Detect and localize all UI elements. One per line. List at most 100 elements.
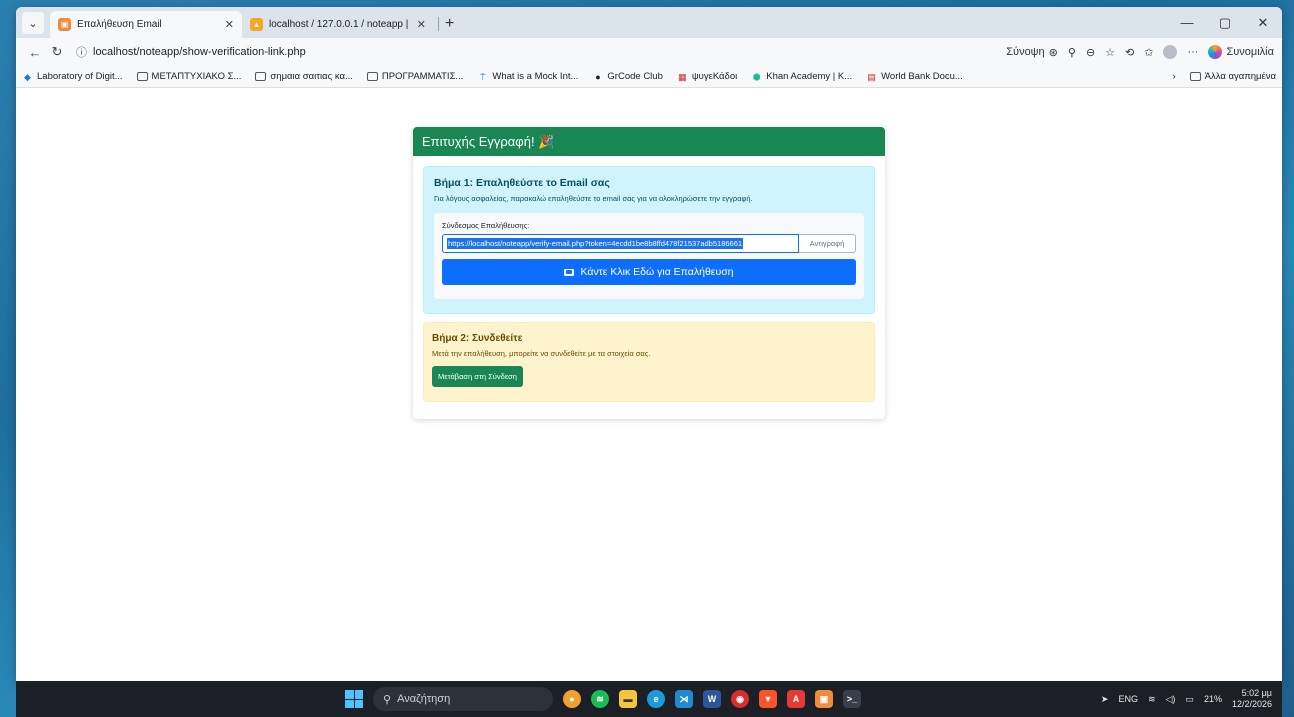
card-header: Επιτυχής Εγγραφή! 🎉 — [413, 127, 885, 156]
wifi-icon[interactable]: ≋ — [1148, 694, 1156, 705]
folder-icon — [1189, 72, 1201, 81]
folder-icon — [255, 72, 267, 81]
search-placeholder: Αναζήτηση — [397, 693, 451, 705]
other-favorites-folder[interactable]: Άλλα αγαπημένα — [1189, 71, 1276, 82]
tab-title: localhost / 127.0.0.1 / noteapp | ph — [269, 19, 411, 30]
zoom-icon[interactable]: ⊖ — [1086, 46, 1095, 59]
address-bar[interactable]: ⓘ localhost/noteapp/show-verification-li… — [76, 44, 1006, 60]
xampp-icon[interactable]: ▣ — [815, 690, 833, 708]
tab-title: Επαλήθευση Email — [77, 19, 162, 30]
tab-phpmyadmin[interactable]: ▲ localhost / 127.0.0.1 / noteapp | ph ✕ — [242, 11, 434, 38]
copilot-button[interactable]: Συνομιλία — [1208, 45, 1274, 59]
taskbar-apps: ⚲ Αναζήτηση ● ≋ ▬ e ⋊ W ◉ ▼ A ▣ >_ — [345, 681, 861, 717]
bookmark-item[interactable]: ● GrCode Club — [592, 71, 663, 82]
widgets-icon[interactable]: ● — [563, 690, 581, 708]
battery-percent: 21% — [1203, 694, 1222, 704]
verify-button-label: Κάντε Κλικ Εδώ για Επαλήθευση — [580, 266, 734, 278]
browser-window: ⌄ ▣ Επαλήθευση Email ✕ ▲ localhost / 127… — [16, 7, 1282, 681]
pdf-icon: ▤ — [867, 71, 876, 82]
back-icon[interactable]: ← — [24, 45, 46, 60]
new-tab-icon[interactable]: + — [445, 15, 454, 33]
extensions-icon[interactable]: ⟲ — [1125, 46, 1134, 59]
file-explorer-icon[interactable]: ▬ — [619, 690, 637, 708]
edge-icon[interactable]: e — [647, 690, 665, 708]
send-icon[interactable]: ➤ — [1101, 694, 1109, 705]
bookmarks-overflow-icon[interactable]: › — [1172, 71, 1175, 82]
url-text[interactable]: localhost/noteapp/show-verification-link… — [93, 46, 306, 58]
close-window-icon[interactable]: ✕ — [1244, 7, 1282, 38]
pin-icon: ⍑ — [480, 71, 486, 82]
record-icon[interactable]: ◉ — [731, 690, 749, 708]
login-step-alert: Βήμα 2: Συνδεθείτε Μετά την επαλήθευση, … — [423, 322, 875, 402]
summary-label: Σύνοψη — [1006, 46, 1045, 58]
go-to-login-button[interactable]: Μετάβαση στη Σύνδεση — [432, 366, 523, 387]
step2-title: Βήμα 2: Συνδεθείτε — [432, 333, 523, 344]
address-toolbar: ← ↻ ⓘ localhost/noteapp/show-verificatio… — [16, 38, 1282, 66]
word-icon[interactable]: W — [703, 690, 721, 708]
bookmark-folder[interactable]: σημαια σαιτιας κα... — [255, 71, 353, 82]
key-icon[interactable]: ⚲ — [1068, 46, 1076, 59]
search-icon: ⚲ — [383, 693, 392, 706]
copilot-icon — [1208, 45, 1223, 59]
bookmark-folder[interactable]: ΠΡΟΓΡΑΜΜΑΤΙΣ... — [366, 71, 464, 82]
verify-button[interactable]: Κάντε Κλικ Εδώ για Επαλήθευση — [442, 259, 856, 285]
toolbar-actions: Σύνοψη ⊛ ⚲ ⊖ ☆ ⟲ ✩ ··· Συνομιλία — [1006, 45, 1274, 59]
bookmark-label: ψυγεΚάδοι — [691, 71, 738, 82]
bookmark-folder[interactable]: ΜΕΤΑΠΤΥΧΙΑΚΟ Σ... — [136, 71, 242, 82]
verification-link-input[interactable]: https://localhost/noteapp/verify-email.p… — [442, 234, 799, 253]
brave-icon[interactable]: ▼ — [759, 690, 777, 708]
start-icon[interactable] — [345, 690, 363, 708]
terminal-icon[interactable]: >_ — [843, 690, 861, 708]
tab-strip: ⌄ ▣ Επαλήθευση Email ✕ ▲ localhost / 127… — [16, 7, 1282, 38]
favorites-icon[interactable]: ✩ — [1144, 46, 1153, 59]
summary-icon: ⊛ — [1048, 46, 1058, 59]
minimize-icon[interactable]: — — [1168, 7, 1206, 38]
site-info-icon[interactable]: ⓘ — [76, 44, 87, 60]
favorite-star-icon[interactable]: ☆ — [1105, 46, 1115, 59]
verification-link-text[interactable]: https://localhost/noteapp/verify-email.p… — [447, 238, 744, 249]
system-tray: ➤ ENG ≋ ◁) ▭ 21% 5:02 μμ 12/2/2026 — [1101, 681, 1272, 717]
bookmark-label: What is a Mock Int... — [492, 71, 579, 82]
refresh-icon[interactable]: ↻ — [46, 44, 68, 60]
page-content: Επιτυχής Εγγραφή! 🎉 Βήμα 1: Επαληθεύστε … — [16, 100, 1282, 681]
bookmark-label: ΜΕΤΑΠΤΥΧΙΑΚΟ Σ... — [151, 71, 242, 82]
bookmark-item[interactable]: ⬢ Khan Academy | K... — [751, 71, 852, 82]
battery-icon[interactable]: ▭ — [1185, 694, 1194, 705]
copilot-label: Συνομιλία — [1226, 46, 1274, 58]
khan-icon: ⬢ — [752, 71, 761, 82]
tab-verify-email[interactable]: ▣ Επαλήθευση Email ✕ — [50, 11, 242, 38]
step1-title: Βήμα 1: Επαληθεύστε το Email σας — [434, 177, 610, 189]
bookmark-item[interactable]: ⍑ What is a Mock Int... — [477, 71, 578, 82]
vscode-icon[interactable]: ⋊ — [675, 690, 693, 708]
link-input-group: https://localhost/noteapp/verify-email.p… — [442, 234, 856, 253]
acrobat-icon[interactable]: A — [787, 690, 805, 708]
clock-date: 12/2/2026 — [1231, 699, 1272, 709]
copy-button[interactable]: Αντιγραφή — [799, 234, 856, 253]
more-menu-icon[interactable]: ··· — [1187, 46, 1198, 58]
spotify-icon[interactable]: ≋ — [591, 690, 609, 708]
profile-avatar[interactable] — [1163, 45, 1178, 59]
volume-icon[interactable]: ◁) — [1166, 694, 1176, 705]
bookmark-label: Άλλα αγαπημένα — [1204, 71, 1276, 82]
language-indicator[interactable]: ENG — [1118, 694, 1138, 704]
link-label: Σύνδεσμος Επαλήθευσης: — [442, 221, 530, 230]
step2-text: Μετά την επαλήθευση, μπορείτε να συνδεθε… — [432, 349, 651, 358]
bookmark-item[interactable]: ◆ Laboratory of Digit... — [22, 71, 123, 82]
close-tab-icon[interactable]: ✕ — [225, 18, 234, 31]
close-tab-icon[interactable]: ✕ — [417, 18, 426, 31]
clock[interactable]: 5:02 μμ 12/2/2026 — [1232, 688, 1272, 710]
bookmark-label: ΠΡΟΓΡΑΜΜΑΤΙΣ... — [381, 71, 464, 82]
summary-button[interactable]: Σύνοψη ⊛ — [1006, 46, 1058, 59]
bookmark-item[interactable]: ▦ ψυγεΚάδοι — [677, 71, 737, 82]
window-controls: — ▢ ✕ — [1168, 7, 1282, 38]
folder-icon — [136, 72, 148, 81]
verification-link-box: Σύνδεσμος Επαλήθευσης: https://localhost… — [434, 213, 864, 299]
bookmark-item[interactable]: ▤ World Bank Docu... — [866, 71, 962, 82]
step1-text: Για λόγους ασφαλείας, παρακαλώ επαληθεύσ… — [434, 194, 753, 203]
tab-divider — [438, 17, 439, 31]
tab-favicon-icon: ▲ — [250, 18, 263, 31]
taskbar-search[interactable]: ⚲ Αναζήτηση — [373, 687, 553, 711]
tab-actions-menu-icon[interactable]: ⌄ — [22, 12, 44, 34]
bookmark-label: σημαια σαιτιας κα... — [270, 71, 353, 82]
maximize-icon[interactable]: ▢ — [1206, 7, 1244, 38]
